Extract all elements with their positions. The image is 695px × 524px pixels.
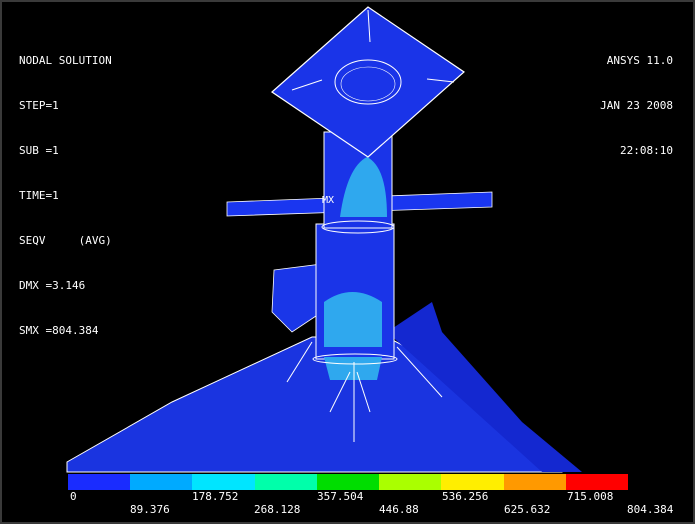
substep-readout: SUB =1 — [19, 144, 59, 157]
legend-label-bottom: 89.376 — [130, 503, 170, 516]
contour-legend-bar — [68, 474, 628, 490]
legend-label-bottom: 268.128 — [254, 503, 301, 516]
product-version: ANSYS 11.0 — [606, 54, 673, 67]
column-foot — [324, 357, 382, 380]
run-date: JAN 23 2008 — [600, 99, 673, 112]
solution-info: NODAL SOLUTION STEP=1 SUB =1 TIME=1 SEQV… — [19, 23, 112, 368]
legend-band-8 — [565, 474, 628, 490]
legend-label-top: 715.008 — [567, 490, 614, 503]
time-readout: TIME=1 — [19, 189, 59, 202]
legend-label-top: 536.256 — [442, 490, 489, 503]
result-item: SEQV (AVG) — [19, 234, 112, 247]
legend-band-5 — [379, 474, 442, 490]
lower-stress-zone — [324, 292, 382, 347]
version-stamp: ANSYS 11.0 JAN 23 2008 22:08:10 — [600, 23, 673, 188]
legend-band-7 — [503, 474, 566, 490]
legend-label-top: 178.752 — [192, 490, 239, 503]
solution-title: NODAL SOLUTION — [19, 54, 112, 67]
legend-band-3 — [254, 474, 317, 490]
legend-label-bottom: 446.88 — [379, 503, 419, 516]
legend-band-1 — [130, 474, 193, 490]
step-readout: STEP=1 — [19, 99, 59, 112]
smx-readout: SMX =804.384 — [19, 324, 99, 337]
legend-label-bottom: 804.384 — [627, 503, 674, 516]
top-plate-hole — [334, 59, 402, 105]
legend-band-4 — [316, 474, 380, 490]
dmx-readout: DMX =3.146 — [19, 279, 86, 292]
base-flange-left — [271, 263, 323, 333]
legend-label-top: 357.504 — [317, 490, 364, 503]
max-marker-label: MX — [322, 195, 335, 206]
legend-band-2 — [192, 474, 255, 490]
legend-label-bottom: 625.632 — [504, 503, 551, 516]
legend-band-0 — [68, 474, 131, 490]
legend-band-6 — [441, 474, 504, 490]
graphics-viewport[interactable]: NODAL SOLUTION STEP=1 SUB =1 TIME=1 SEQV… — [0, 0, 695, 524]
run-time: 22:08:10 — [620, 144, 673, 157]
legend-label-top: 0 — [70, 490, 77, 503]
